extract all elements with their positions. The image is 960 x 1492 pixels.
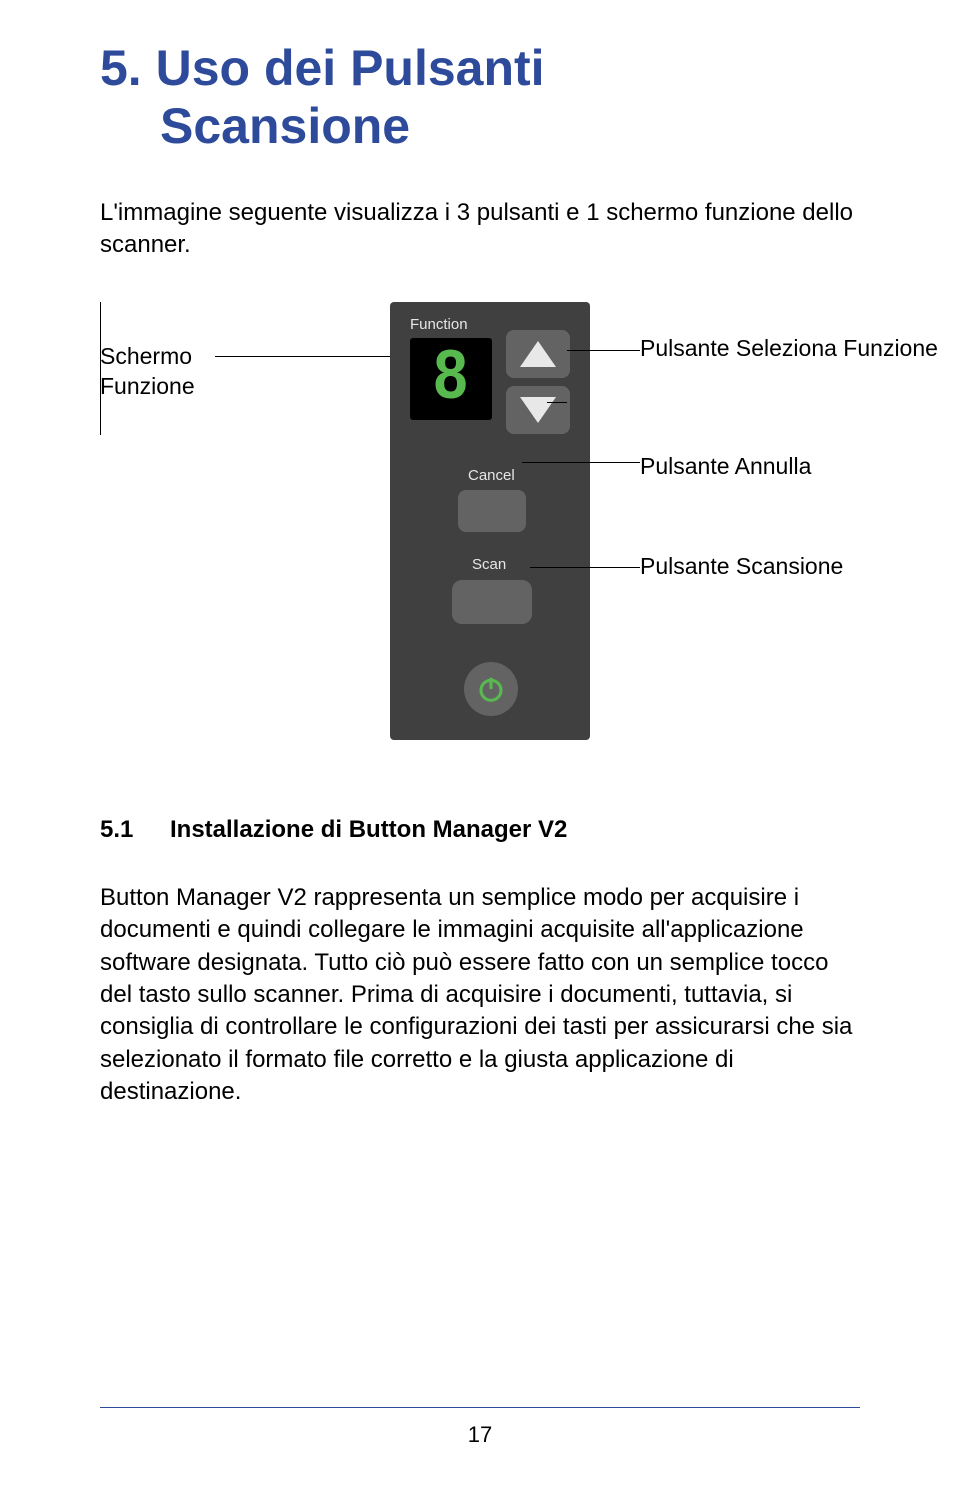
scan-button[interactable] [452, 580, 532, 624]
page-number: 17 [100, 1422, 860, 1448]
cancel-button[interactable] [458, 490, 526, 532]
section-heading: 5. Uso dei Pulsanti Scansione [100, 40, 860, 155]
subsection-title-text: Installazione di Button Manager V2 [170, 816, 567, 843]
function-up-button[interactable] [506, 330, 570, 378]
footer-divider [100, 1407, 860, 1408]
power-icon [476, 674, 506, 704]
callout-seleziona: Pulsante Seleziona Funzione [640, 334, 940, 364]
subsection-number: 5.1 [100, 816, 170, 844]
leader-line [567, 350, 640, 351]
function-display: 8 [410, 338, 492, 420]
scanner-diagram: Schermo Funzione Function 8 Cancel Scan [100, 302, 860, 782]
triangle-up-icon [520, 341, 556, 367]
heading-line-1: 5. Uso dei Pulsanti [100, 40, 860, 98]
power-button[interactable] [464, 662, 518, 716]
triangle-down-icon [520, 397, 556, 423]
heading-line-2: Scansione [100, 98, 860, 156]
panel-label-scan: Scan [472, 556, 506, 573]
intro-paragraph: L'immagine seguente visualizza i 3 pulsa… [100, 197, 860, 262]
leader-line [530, 567, 640, 568]
leader-line [522, 462, 640, 463]
callout-annulla: Pulsante Annulla [640, 452, 940, 482]
leader-line [547, 402, 567, 403]
page-footer: 17 [100, 1407, 860, 1448]
function-digit: 8 [433, 343, 470, 415]
subsection-title: 5.1Installazione di Button Manager V2 [100, 816, 860, 844]
body-paragraph: Button Manager V2 rappresenta un semplic… [100, 882, 860, 1109]
callout-schermo-funzione: Schermo Funzione [100, 342, 280, 402]
scanner-panel: Function 8 Cancel Scan [390, 302, 590, 740]
callout-scansione: Pulsante Scansione [640, 552, 940, 582]
panel-label-function: Function [410, 316, 468, 333]
panel-label-cancel: Cancel [468, 467, 515, 484]
leader-line [100, 402, 101, 435]
function-down-button[interactable] [506, 386, 570, 434]
document-page: 5. Uso dei Pulsanti Scansione L'immagine… [0, 0, 960, 1492]
